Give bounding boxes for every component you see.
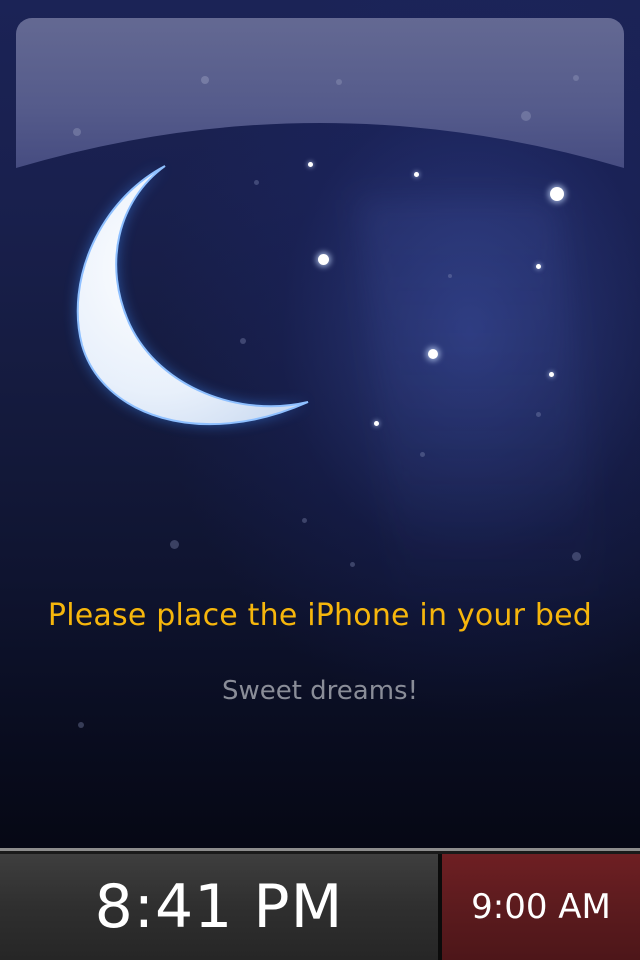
- place-iphone-message: Please place the iPhone in your bed: [47, 598, 593, 633]
- dust-particle: [420, 452, 425, 457]
- current-time: 8:41 PM: [94, 872, 344, 942]
- star-icon: [374, 421, 379, 426]
- star-icon: [414, 172, 419, 177]
- star-icon: [318, 254, 329, 265]
- sweet-dreams-text: Sweet dreams!: [221, 676, 419, 706]
- dust-particle: [572, 552, 581, 561]
- dust-particle: [536, 412, 541, 417]
- dust-particle: [170, 540, 179, 549]
- star-icon: [536, 264, 541, 269]
- star-icon: [549, 372, 554, 377]
- light-beam: [357, 200, 603, 620]
- dust-particle: [350, 562, 355, 567]
- dust-particle: [78, 722, 84, 728]
- star-icon: [308, 162, 313, 167]
- alarm-time: 9:00 AM: [471, 887, 611, 927]
- star-icon: [428, 349, 438, 359]
- star-icon: [550, 187, 564, 201]
- alarm-time-button[interactable]: 9:00 AM: [442, 854, 640, 960]
- bottom-bar: 8:41 PM 9:00 AM: [0, 848, 640, 960]
- dust-particle: [254, 180, 259, 185]
- moon-icon: [60, 150, 330, 460]
- sleep-screen: Please place the iPhone in your bed Swee…: [0, 0, 640, 960]
- dust-particle: [448, 274, 452, 278]
- dust-particle: [302, 518, 307, 523]
- dust-particle: [240, 338, 246, 344]
- current-time-panel: 8:41 PM: [0, 854, 438, 960]
